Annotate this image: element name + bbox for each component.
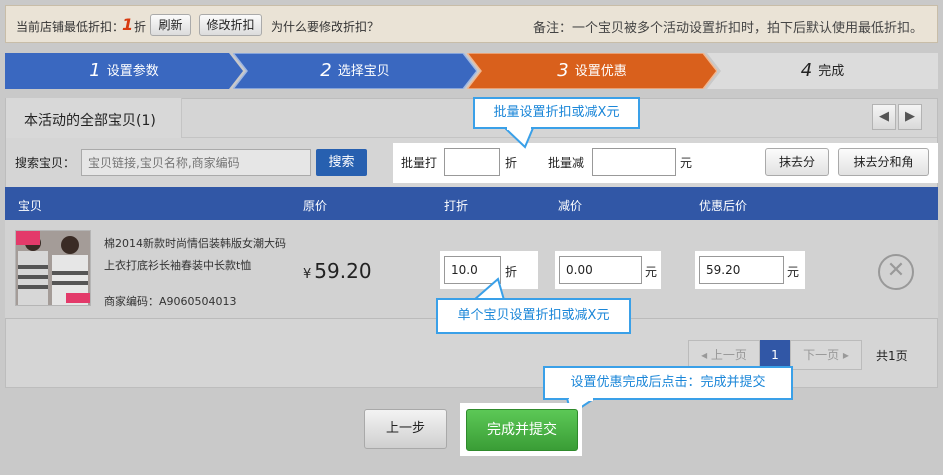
step-3-number: 3	[557, 60, 569, 81]
edit-discount-button[interactable]: 修改折扣	[199, 14, 262, 36]
step-1: 1 设置参数	[5, 53, 243, 89]
callout-batch: 批量设置折扣或减X元	[473, 97, 640, 129]
product-title-line2[interactable]: 上衣打底衫长袖春装中长款t恤	[104, 257, 251, 273]
step-2-label: 选择宝贝	[337, 64, 390, 79]
original-price: ¥59.20	[303, 259, 372, 283]
notice-bar: 当前店铺最低折扣： 1 折 刷新 修改折扣 为什么要修改折扣？ 备注：一个宝贝被…	[5, 5, 938, 43]
col-discount: 打折	[444, 199, 469, 213]
step-progress: 1 设置参数 2 选择宝贝 3 设置优惠 4 完成	[5, 53, 938, 89]
pagination-total: 共1页	[876, 349, 908, 363]
callout-batch-tail	[505, 127, 535, 149]
batch-discount-input[interactable]	[444, 148, 500, 176]
step-3-label: 设置优惠	[574, 64, 627, 79]
min-discount-unit: 折	[134, 20, 147, 34]
table-header	[5, 187, 938, 220]
batch-reduce-label: 批量减	[548, 156, 585, 170]
min-discount-label: 当前店铺最低折扣：	[16, 20, 125, 34]
chevron-right-icon[interactable]: ▶	[898, 104, 922, 130]
col-original-price: 原价	[303, 199, 328, 213]
min-discount-value: 1	[122, 15, 134, 34]
remove-item-icon[interactable]: ✕	[878, 254, 914, 290]
item-reduce-unit: 元	[645, 265, 658, 279]
batch-reduce-unit: 元	[680, 156, 693, 170]
remark-text: 备注：一个宝贝被多个活动设置折扣时，拍下后默认使用最低折扣。	[532, 21, 923, 36]
product-thumbnail[interactable]	[15, 230, 91, 306]
tab-divider	[182, 137, 937, 138]
col-reduce: 减价	[558, 199, 583, 213]
callout-single: 单个宝贝设置折扣或减X元	[436, 298, 631, 334]
callout-finish: 设置优惠完成后点击：完成并提交	[543, 366, 793, 400]
item-discount-unit: 折	[505, 265, 518, 279]
step-3: 3 设置优惠	[467, 53, 717, 89]
batch-discount-label: 批量打	[401, 156, 438, 170]
search-button[interactable]: 搜索	[316, 149, 367, 176]
finish-submit-button[interactable]: 完成并提交	[466, 409, 578, 451]
why-edit-link[interactable]: 为什么要修改折扣？	[271, 18, 379, 35]
batch-discount-unit: 折	[505, 156, 518, 170]
product-title-line1[interactable]: 棉2014新款时尚情侣装韩版女潮大码	[104, 235, 286, 251]
refresh-button[interactable]: 刷新	[150, 14, 191, 36]
search-label: 搜索宝贝：	[15, 156, 76, 170]
round-fen-jiao-button[interactable]: 抹去分和角	[838, 148, 929, 176]
item-reduce-input[interactable]	[559, 256, 642, 284]
col-final-price: 优惠后价	[699, 199, 748, 213]
tab-all-items-label: 本活动的全部宝贝(1)	[24, 113, 156, 129]
round-fen-button[interactable]: 抹去分	[765, 148, 829, 176]
step-2-number: 2	[320, 60, 332, 81]
prev-step-button[interactable]: 上一步	[364, 409, 447, 449]
currency-symbol: ¥	[303, 267, 312, 282]
chevron-left-icon[interactable]: ◀	[872, 104, 896, 130]
search-input[interactable]	[81, 149, 311, 176]
step-1-number: 1	[89, 60, 101, 81]
original-price-value: 59.20	[314, 259, 372, 283]
tab-item-count: (1)	[136, 113, 156, 129]
step-4: 4 完成	[707, 53, 938, 89]
step-2: 2 选择宝贝	[233, 53, 477, 89]
item-final-price-unit: 元	[787, 265, 800, 279]
step-4-label: 完成	[818, 64, 845, 79]
pagination-next[interactable]: 下一页 ▸	[790, 340, 862, 370]
batch-reduce-input[interactable]	[592, 148, 676, 176]
item-final-price-input[interactable]	[699, 256, 784, 284]
product-sku: 商家编码：A9060504013	[104, 295, 237, 308]
step-4-number: 4	[800, 60, 813, 81]
step-1-label: 设置参数	[106, 64, 159, 79]
col-item: 宝贝	[18, 199, 43, 213]
